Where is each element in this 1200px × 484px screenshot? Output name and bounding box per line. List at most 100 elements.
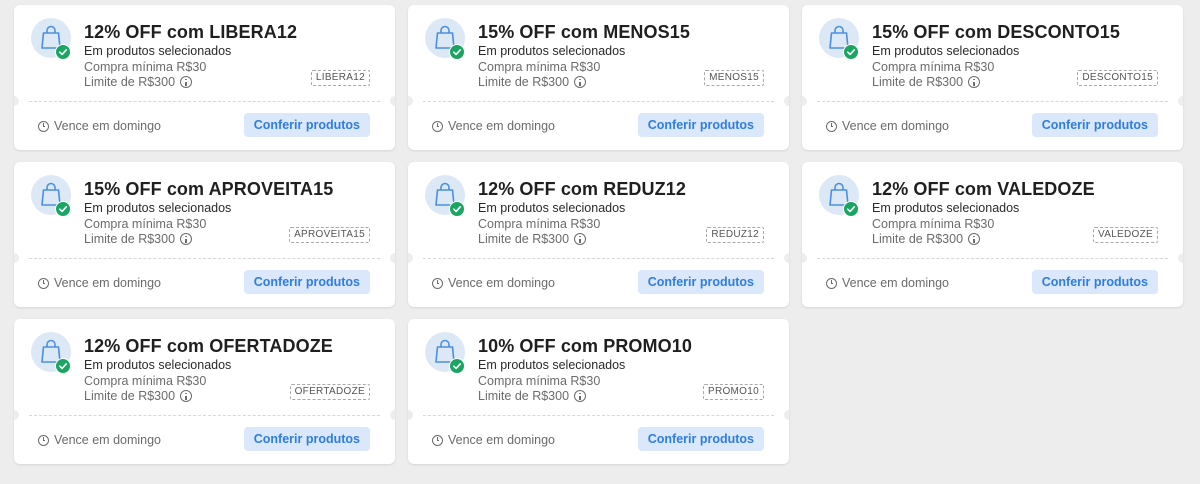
clock-icon <box>432 434 443 446</box>
discount-limit: Limite de R$300 <box>478 75 587 89</box>
view-products-button[interactable]: Conferir produtos <box>243 113 370 137</box>
coupon-icon <box>31 332 73 374</box>
coupon-title: 15% OFF com DESCONTO15 <box>872 22 1120 42</box>
view-products-button[interactable]: Conferir produtos <box>1031 270 1158 294</box>
ticket-notch-left <box>14 253 19 263</box>
expiry-label: Vence em domingo <box>842 276 950 290</box>
limit-label: Limite de R$300 <box>84 232 176 246</box>
info-icon[interactable] <box>574 76 587 88</box>
coupon-icon <box>425 18 467 60</box>
check-icon <box>843 44 859 60</box>
coupon-card: 12% OFF com REDUZ12 Em produtos selecion… <box>408 162 789 307</box>
clock-icon <box>432 120 443 132</box>
coupon-card: 15% OFF com DESCONTO15 Em produtos selec… <box>802 5 1183 150</box>
expiry-label: Vence em domingo <box>54 276 162 290</box>
expiry-label: Vence em domingo <box>448 433 556 447</box>
check-icon <box>55 358 71 374</box>
discount-limit: Limite de R$300 <box>872 75 981 89</box>
expiry-label: Vence em domingo <box>448 276 556 290</box>
coupon-scope: Em produtos selecionados <box>478 44 626 58</box>
coupon-code: REDUZ12 <box>706 227 764 243</box>
minimum-purchase: Compra mínima R$30 <box>478 217 601 231</box>
coupon-code: MENOS15 <box>704 70 764 86</box>
limit-label: Limite de R$300 <box>478 75 570 89</box>
minimum-purchase: Compra mínima R$30 <box>872 217 995 231</box>
coupon-card: 12% OFF com VALEDOZE Em produtos selecio… <box>802 162 1183 307</box>
limit-label: Limite de R$300 <box>84 75 176 89</box>
discount-limit: Limite de R$300 <box>84 75 193 89</box>
ticket-notch-right <box>1178 96 1183 106</box>
expiry-info: Vence em domingo <box>38 119 161 133</box>
info-icon[interactable] <box>968 233 981 245</box>
ticket-notch-left <box>802 253 807 263</box>
clock-icon <box>38 434 49 446</box>
limit-label: Limite de R$300 <box>478 232 570 246</box>
coupon-title: 12% OFF com LIBERA12 <box>84 22 298 42</box>
check-icon <box>55 201 71 217</box>
minimum-purchase: Compra mínima R$30 <box>84 374 207 388</box>
check-icon <box>449 44 465 60</box>
discount-limit: Limite de R$300 <box>478 232 587 246</box>
dashed-divider <box>29 101 380 102</box>
minimum-purchase: Compra mínima R$30 <box>478 60 601 74</box>
minimum-purchase: Compra mínima R$30 <box>872 60 995 74</box>
coupon-card: 15% OFF com MENOS15 Em produtos selecion… <box>408 5 789 150</box>
info-icon[interactable] <box>180 233 193 245</box>
info-icon[interactable] <box>968 76 981 88</box>
minimum-purchase: Compra mínima R$30 <box>478 374 601 388</box>
coupon-scope: Em produtos selecionados <box>872 201 1020 215</box>
view-products-button[interactable]: Conferir produtos <box>1031 113 1158 137</box>
coupon-scope: Em produtos selecionados <box>478 201 626 215</box>
clock-icon <box>38 120 49 132</box>
coupon-code: DESCONTO15 <box>1077 70 1158 86</box>
coupon-card: 12% OFF com OFERTADOZE Em produtos selec… <box>14 319 395 464</box>
view-products-button[interactable]: Conferir produtos <box>637 270 764 294</box>
ticket-notch-left <box>408 410 413 420</box>
expiry-info: Vence em domingo <box>38 276 161 290</box>
discount-limit: Limite de R$300 <box>84 232 193 246</box>
ticket-notch-left <box>408 253 413 263</box>
coupon-icon <box>425 332 467 374</box>
check-icon <box>55 44 71 60</box>
coupon-title: 12% OFF com VALEDOZE <box>872 179 1095 199</box>
info-icon[interactable] <box>574 390 587 402</box>
ticket-notch-left <box>802 96 807 106</box>
coupon-title: 12% OFF com OFERTADOZE <box>84 336 333 356</box>
ticket-notch-left <box>408 96 413 106</box>
coupon-grid: 12% OFF com LIBERA12 Em produtos selecio… <box>14 5 1183 464</box>
view-products-button[interactable]: Conferir produtos <box>637 427 764 451</box>
check-icon <box>843 201 859 217</box>
ticket-notch-right <box>784 410 789 420</box>
dashed-divider <box>423 415 774 416</box>
expiry-info: Vence em domingo <box>432 433 555 447</box>
view-products-button[interactable]: Conferir produtos <box>637 113 764 137</box>
coupon-scope: Em produtos selecionados <box>84 358 232 372</box>
coupon-icon <box>31 18 73 60</box>
dashed-divider <box>817 101 1168 102</box>
coupon-code: LIBERA12 <box>310 70 370 86</box>
ticket-notch-right <box>390 96 395 106</box>
discount-limit: Limite de R$300 <box>478 389 587 403</box>
expiry-info: Vence em domingo <box>432 276 555 290</box>
dashed-divider <box>29 415 380 416</box>
ticket-notch-right <box>784 253 789 263</box>
minimum-purchase: Compra mínima R$30 <box>84 217 207 231</box>
coupon-card: 15% OFF com APROVEITA15 Em produtos sele… <box>14 162 395 307</box>
coupon-code: VALEDOZE <box>1092 227 1158 243</box>
expiry-label: Vence em domingo <box>448 119 556 133</box>
coupon-scope: Em produtos selecionados <box>872 44 1020 58</box>
dashed-divider <box>423 258 774 259</box>
coupon-code: PROMO10 <box>702 384 764 400</box>
info-icon[interactable] <box>574 233 587 245</box>
ticket-notch-right <box>1178 253 1183 263</box>
view-products-button[interactable]: Conferir produtos <box>243 270 370 294</box>
expiry-label: Vence em domingo <box>54 119 162 133</box>
info-icon[interactable] <box>180 390 193 402</box>
view-products-button[interactable]: Conferir produtos <box>243 427 370 451</box>
ticket-notch-left <box>14 410 19 420</box>
check-icon <box>449 201 465 217</box>
discount-limit: Limite de R$300 <box>872 232 981 246</box>
expiry-info: Vence em domingo <box>826 276 949 290</box>
info-icon[interactable] <box>180 76 193 88</box>
coupon-title: 12% OFF com REDUZ12 <box>478 179 686 199</box>
